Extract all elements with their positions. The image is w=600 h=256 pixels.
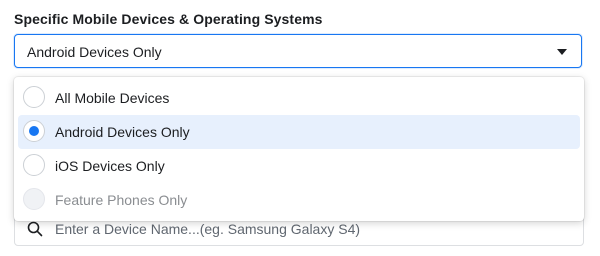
caret-down-icon[interactable] xyxy=(557,49,567,55)
option-ios-devices-only[interactable]: iOS Devices Only xyxy=(18,149,580,183)
section-title: Specific Mobile Devices & Operating Syst… xyxy=(14,11,323,27)
select-value: Android Devices Only xyxy=(27,44,162,60)
option-android-devices-only[interactable]: Android Devices Only xyxy=(18,115,580,149)
option-feature-phones-only: Feature Phones Only xyxy=(18,183,580,217)
option-label: All Mobile Devices xyxy=(55,90,170,106)
option-label: Android Devices Only xyxy=(55,124,190,140)
radio-button-disabled xyxy=(23,188,45,210)
device-os-select[interactable]: Android Devices Only xyxy=(14,34,582,68)
search-icon xyxy=(27,221,43,237)
search-placeholder: Enter a Device Name...(eg. Samsung Galax… xyxy=(55,221,361,237)
option-label: Feature Phones Only xyxy=(55,192,188,208)
radio-button-checked[interactable] xyxy=(23,120,45,142)
radio-button[interactable] xyxy=(23,86,45,108)
option-all-mobile-devices[interactable]: All Mobile Devices xyxy=(18,81,580,115)
option-label: iOS Devices Only xyxy=(55,158,165,174)
radio-button[interactable] xyxy=(23,154,45,176)
device-os-dropdown: All Mobile Devices Android Devices Only … xyxy=(14,77,584,221)
device-targeting-panel: Specific Mobile Devices & Operating Syst… xyxy=(0,0,600,256)
